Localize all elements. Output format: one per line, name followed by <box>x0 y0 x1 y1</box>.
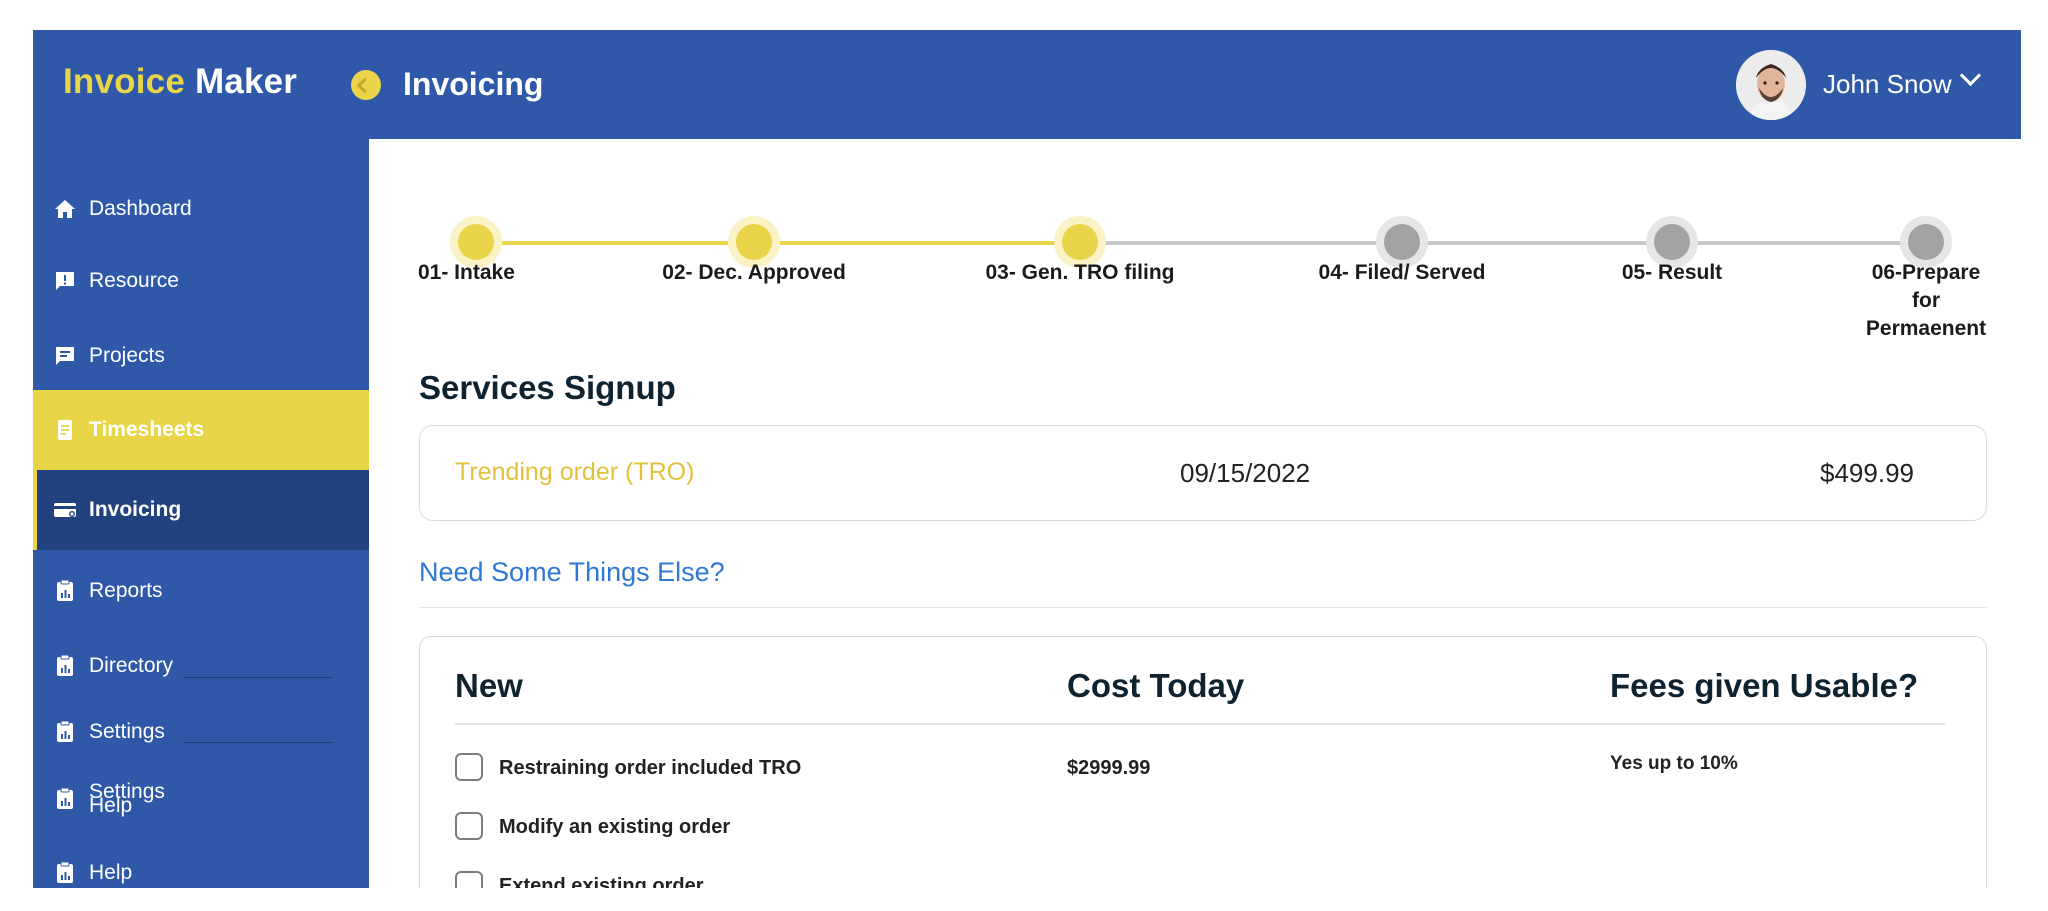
sidebar-item-timesheets[interactable]: Timesheets <box>33 390 369 470</box>
step-3-label: 03- Gen. TRO filing <box>985 261 1175 284</box>
service-fee: Yes up to 10% <box>1610 753 1738 774</box>
clipboard-chart-icon <box>57 787 73 809</box>
service-label: Extend existing order <box>499 875 704 888</box>
avatar-portrait-icon <box>1736 50 1806 120</box>
section-title: Invoicing <box>403 66 544 102</box>
sidebar-item-resource[interactable]: Resource <box>33 253 369 309</box>
app-window: Invoice Maker Invoicing John Snow Dashbo… <box>33 30 2021 888</box>
column-header-new: New <box>455 667 523 704</box>
divider <box>183 742 333 743</box>
sidebar-item-invoicing[interactable]: Invoicing <box>33 470 369 550</box>
sidebar-item-label: Help <box>89 861 133 884</box>
progress-tracker: 01- Intake 02- Dec. Approved 03- Gen. TR… <box>370 139 2021 340</box>
table-row: Extend existing order <box>455 869 1955 888</box>
step-4-label: 04- Filed/ Served <box>1318 261 1486 284</box>
step-5-dot[interactable] <box>1654 224 1690 260</box>
step-4-dot[interactable] <box>1384 224 1420 260</box>
step-1-dot[interactable] <box>458 224 494 260</box>
user-avatar[interactable] <box>1736 50 1806 120</box>
sidebar-item-label: Reports <box>89 579 163 602</box>
user-name[interactable]: John Snow <box>1823 69 1952 100</box>
service-cost: $2999.99 <box>1067 757 1151 779</box>
step-3-dot[interactable] <box>1062 224 1098 260</box>
service-checkbox[interactable] <box>455 753 483 781</box>
alert-message-icon <box>56 272 74 290</box>
sidebar: Dashboard Resource Projects Timesheets I… <box>33 139 369 888</box>
order-summary-card[interactable]: Trending order (TRO) 09/15/2022 $499.99 <box>419 425 1987 521</box>
divider <box>183 677 333 678</box>
divider <box>419 607 1987 608</box>
order-date: 09/15/2022 <box>1180 458 1311 488</box>
table-row: Restraining order included TRO $2999.99 … <box>455 751 1955 783</box>
collapse-sidebar-icon[interactable] <box>351 70 381 100</box>
sidebar-item-reports[interactable]: Reports <box>33 563 369 619</box>
sidebar-item-help[interactable]: Help <box>33 845 369 888</box>
brand-word-invoice: Invoice <box>63 62 186 101</box>
main-content: 01- Intake 02- Dec. Approved 03- Gen. TR… <box>369 139 2021 888</box>
credit-card-icon <box>54 503 76 517</box>
sidebar-item-label: Resource <box>89 269 179 292</box>
services-signup-title: Services Signup <box>419 369 676 406</box>
header-divider <box>455 723 1945 725</box>
step-6-label: 06-Prepare for Permaenent <box>1865 261 1987 340</box>
brand-logo[interactable]: Invoice Maker <box>63 62 297 102</box>
need-something-else-link[interactable]: Need Some Things Else? <box>419 557 725 588</box>
sidebar-item-label: Dashboard <box>89 197 192 220</box>
service-label: Restraining order included TRO <box>499 757 802 779</box>
clipboard-chart-icon <box>57 654 73 676</box>
order-name: Trending order (TRO) <box>455 458 695 486</box>
step-5-label: 05- Result <box>1621 261 1723 284</box>
sidebar-item-dashboard[interactable]: Dashboard <box>33 181 369 237</box>
progress-line-pending <box>1072 241 1920 245</box>
sidebar-item-label: Projects <box>89 344 165 367</box>
clipboard-chart-icon <box>57 720 73 742</box>
sidebar-item-label: Directory <box>89 654 174 677</box>
services-table-card: New Cost Today Fees given Usable? Restra… <box>419 636 1987 888</box>
sidebar-item-label: Help <box>89 794 133 818</box>
progress-line-complete <box>476 241 1072 245</box>
sidebar-item-directory[interactable]: Directory <box>33 638 369 694</box>
service-checkbox[interactable] <box>455 812 483 840</box>
order-price: $499.99 <box>1820 458 1914 488</box>
step-2-label: 02- Dec. Approved <box>662 261 846 284</box>
sidebar-item-projects[interactable]: Projects <box>33 328 369 384</box>
top-header: Invoice Maker Invoicing John Snow <box>33 30 2021 139</box>
sidebar-item-label: Invoicing <box>89 498 182 521</box>
chat-message-icon <box>56 347 74 365</box>
clipboard-chart-icon <box>57 861 73 883</box>
service-label: Modify an existing order <box>499 816 731 838</box>
step-2-dot[interactable] <box>736 224 772 260</box>
clipboard-chart-icon <box>57 579 73 601</box>
service-checkbox[interactable] <box>455 871 483 888</box>
sidebar-item-label: Timesheets <box>89 418 205 441</box>
home-icon <box>55 200 75 218</box>
document-icon <box>58 420 72 440</box>
brand-word-maker: Maker <box>194 62 298 101</box>
chevron-down-icon[interactable] <box>1959 64 1982 87</box>
column-header-fees: Fees given Usable? <box>1610 667 1919 704</box>
column-header-cost: Cost Today <box>1067 667 1245 704</box>
sidebar-item-label: Settings <box>89 720 165 743</box>
step-1-label: 01- Intake <box>418 261 515 284</box>
table-row: Modify an existing order <box>455 810 1955 842</box>
sidebar-item-settings[interactable]: Settings <box>33 704 369 760</box>
sidebar-item-settings-help-overlap[interactable]: Settings Help <box>33 771 369 827</box>
step-6-dot[interactable] <box>1908 224 1944 260</box>
